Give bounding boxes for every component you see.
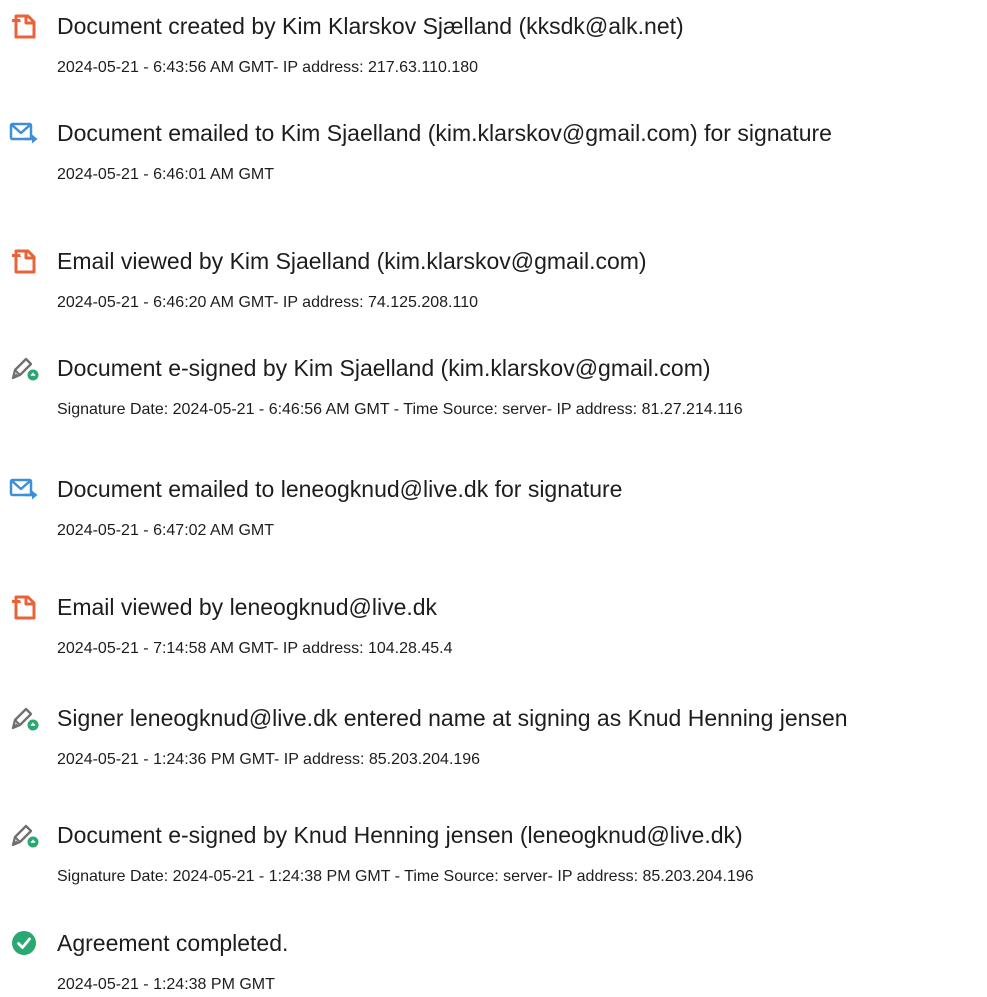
history-event: Email viewed by leneogknud@live.dk 2024-… xyxy=(0,581,987,661)
document-icon xyxy=(9,12,41,40)
email-sent-icon xyxy=(9,119,41,147)
event-detail: 2024-05-21 - 6:46:01 AM GMT xyxy=(57,166,274,183)
event-detail: 2024-05-21 - 1:24:36 PM GMT- IP address:… xyxy=(57,751,481,768)
event-detail: 2024-05-21 - 6:47:02 AM GMT xyxy=(57,522,274,539)
history-event: Document e-signed by Kim Sjaelland (kim.… xyxy=(0,342,987,422)
event-detail: 2024-05-21 - 1:24:38 PM GMT xyxy=(57,976,275,993)
history-event: Email viewed by Kim Sjaelland (kim.klars… xyxy=(0,235,987,315)
history-event: Document emailed to Kim Sjaelland (kim.k… xyxy=(0,107,987,187)
document-icon xyxy=(9,247,41,275)
email-sent-icon xyxy=(9,475,41,503)
event-title: Document e-signed by Kim Sjaelland (kim.… xyxy=(57,355,711,381)
event-title: Document emailed to Kim Sjaelland (kim.k… xyxy=(57,120,832,146)
history-event: Agreement completed. 2024-05-21 - 1:24:3… xyxy=(0,917,987,997)
event-detail: Signature Date: 2024-05-21 - 6:46:56 AM … xyxy=(57,401,743,418)
history-event: Document created by Kim Klarskov Sjællan… xyxy=(0,0,987,80)
event-title: Document e-signed by Knud Henning jensen… xyxy=(57,822,743,848)
audit-history: Document created by Kim Klarskov Sjællan… xyxy=(0,0,987,994)
event-detail: 2024-05-21 - 6:43:56 AM GMT- IP address:… xyxy=(57,59,479,76)
history-event: Document emailed to leneogknud@live.dk f… xyxy=(0,463,987,543)
checkmark-circle-icon xyxy=(9,929,41,957)
event-title: Signer leneogknud@live.dk entered name a… xyxy=(57,705,848,731)
event-title: Email viewed by Kim Sjaelland (kim.klars… xyxy=(57,248,647,274)
event-detail: 2024-05-21 - 7:14:58 AM GMT- IP address:… xyxy=(57,640,453,657)
esign-pen-icon xyxy=(9,821,41,849)
event-detail: Signature Date: 2024-05-21 - 1:24:38 PM … xyxy=(57,868,754,885)
esign-pen-icon xyxy=(9,354,41,382)
event-detail: 2024-05-21 - 6:46:20 AM GMT- IP address:… xyxy=(57,294,479,311)
event-title: Agreement completed. xyxy=(57,930,289,956)
history-event: Signer leneogknud@live.dk entered name a… xyxy=(0,692,987,772)
event-title: Email viewed by leneogknud@live.dk xyxy=(57,594,438,620)
document-icon xyxy=(9,593,41,621)
history-event: Document e-signed by Knud Henning jensen… xyxy=(0,809,987,889)
event-title: Document created by Kim Klarskov Sjællan… xyxy=(57,13,684,39)
esign-pen-icon xyxy=(9,704,41,732)
event-title: Document emailed to leneogknud@live.dk f… xyxy=(57,476,623,502)
